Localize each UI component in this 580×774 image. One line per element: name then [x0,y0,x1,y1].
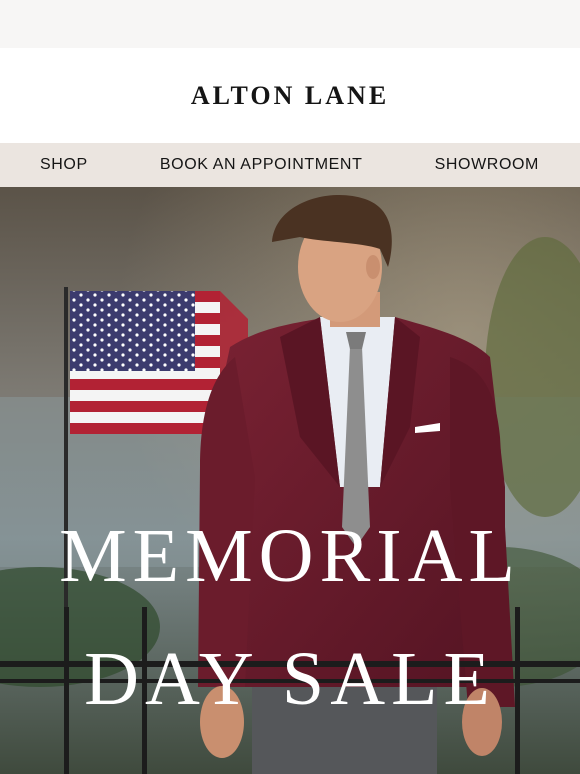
hero-title-line-2: DAY SALE [84,637,496,721]
hero-banner[interactable]: MEMORIAL DAY SALE [0,187,580,774]
hero-title-line-1: MEMORIAL [59,514,521,598]
nav-shop-link[interactable]: SHOP [40,156,88,174]
nav-book-appointment-link[interactable]: BOOK AN APPOINTMENT [160,156,363,174]
brand-logo[interactable]: ALTON LANE [191,81,389,111]
top-spacer [0,0,580,48]
main-nav: SHOP BOOK AN APPOINTMENT SHOWROOM [0,143,580,187]
brand-header: ALTON LANE [0,48,580,143]
nav-showroom-link[interactable]: SHOWROOM [435,156,539,174]
